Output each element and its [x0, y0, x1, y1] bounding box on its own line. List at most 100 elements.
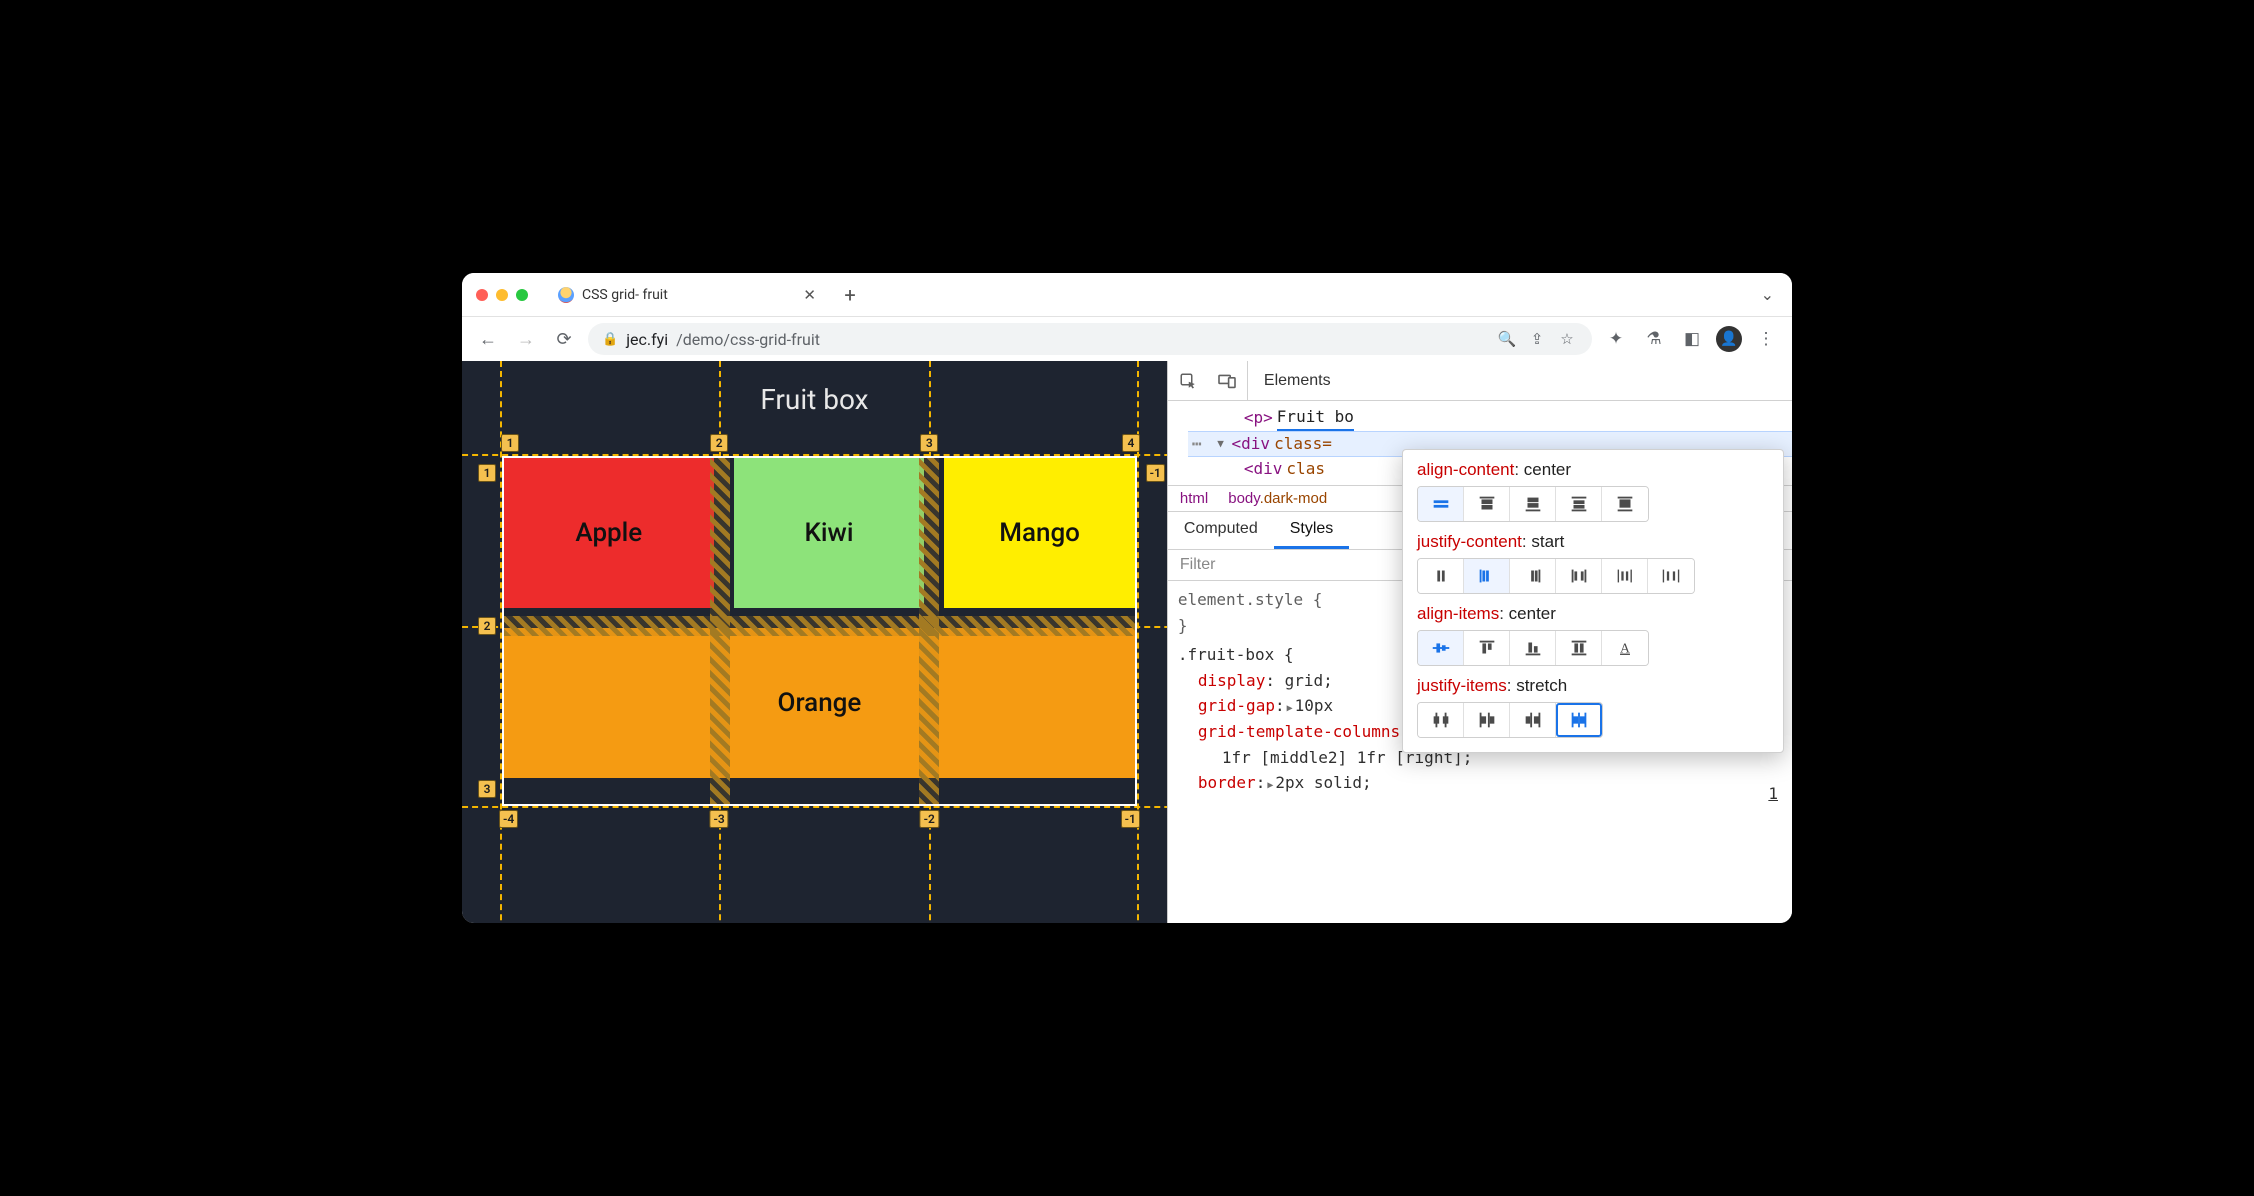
grid-line-badge: 1	[478, 464, 496, 482]
justify-content-space-around-option[interactable]	[1602, 559, 1648, 593]
grid-line-badge: -1	[1146, 464, 1165, 482]
align-content-space-around-option[interactable]	[1556, 487, 1602, 521]
dom-tag: <div	[1244, 457, 1283, 481]
devtools-tab-elements[interactable]: Elements	[1248, 361, 1347, 401]
lock-icon: 🔒	[602, 332, 618, 347]
popover-row-justify-content: justify-content: start	[1417, 532, 1769, 594]
url-path: /demo/css-grid-fruit	[676, 330, 820, 349]
tab-strip: CSS grid- fruit ✕ + ⌄	[462, 273, 1792, 317]
grid-line-badge: -2	[920, 810, 939, 828]
grid-cell-orange: Orange	[504, 628, 1135, 778]
justify-content-start-option[interactable]	[1464, 559, 1510, 593]
option-group	[1417, 486, 1649, 522]
justify-content-end-option[interactable]	[1510, 559, 1556, 593]
justify-items-stretch-option[interactable]	[1556, 703, 1602, 737]
popover-label: align-content: center	[1417, 460, 1769, 480]
grid-line-badge: 2	[478, 617, 496, 635]
close-window-button[interactable]	[476, 289, 488, 301]
close-tab-icon[interactable]: ✕	[803, 286, 816, 304]
align-content-start-option[interactable]	[1464, 487, 1510, 521]
grid-line-row-3	[462, 806, 1167, 808]
justify-items-end-option[interactable]	[1510, 703, 1556, 737]
back-button[interactable]: ←	[474, 325, 502, 353]
extensions-button[interactable]: ✦	[1602, 325, 1630, 353]
grid-cell-apple: Apple	[504, 458, 714, 608]
source-link[interactable]: 1	[1768, 784, 1778, 803]
url-host: jec.fyi	[626, 330, 668, 349]
justify-content-space-between-option[interactable]	[1556, 559, 1602, 593]
browser-window: CSS grid- fruit ✕ + ⌄ ← → ⟳ 🔒 jec.fyi/de…	[462, 273, 1792, 923]
grid-line-badge: 1	[501, 434, 519, 452]
dom-ellipsis-icon[interactable]: ⋯	[1192, 432, 1204, 456]
grid-line-badge: 3	[920, 434, 938, 452]
maximize-window-button[interactable]	[516, 289, 528, 301]
inspect-element-button[interactable]	[1168, 361, 1208, 401]
content-area: Fruit box Apple Kiwi Mango Orange	[462, 361, 1792, 923]
align-items-center-option[interactable]	[1418, 631, 1464, 665]
reload-button[interactable]: ⟳	[550, 325, 578, 353]
align-items-start-option[interactable]	[1464, 631, 1510, 665]
browser-tab[interactable]: CSS grid- fruit ✕	[548, 278, 828, 312]
tabs-menu-button[interactable]: ⌄	[1753, 285, 1782, 304]
align-content-center-option[interactable]	[1418, 487, 1464, 521]
grid-cell-kiwi: Kiwi	[734, 458, 925, 608]
address-bar: ← → ⟳ 🔒 jec.fyi/demo/css-grid-fruit 🔍 ⇪ …	[462, 317, 1792, 361]
new-tab-button[interactable]: +	[836, 281, 864, 309]
dom-tag: <p>	[1244, 406, 1273, 430]
align-items-baseline-option[interactable]: A	[1602, 631, 1648, 665]
window-controls	[476, 289, 528, 301]
popover-row-align-items: align-items: center A	[1417, 604, 1769, 666]
grid-line-badge: 4	[1122, 434, 1140, 452]
grid-line-badge: -4	[499, 810, 518, 828]
grid-line-badge: -3	[709, 810, 728, 828]
sidepanel-button[interactable]: ◧	[1678, 325, 1706, 353]
devtools-panel: Elements <p>Fruit bo ⋯ ▼ <div class= <di…	[1167, 361, 1792, 923]
device-toolbar-button[interactable]	[1208, 361, 1248, 401]
page-viewport: Fruit box Apple Kiwi Mango Orange	[462, 361, 1167, 923]
justify-items-center-option[interactable]	[1418, 703, 1464, 737]
option-group: A	[1417, 630, 1649, 666]
grid-editor-popover: align-content: center justify-content: s…	[1402, 449, 1784, 753]
favicon-icon	[558, 287, 574, 303]
justify-content-space-evenly-option[interactable]	[1648, 559, 1694, 593]
popover-label: justify-items: stretch	[1417, 676, 1769, 696]
minimize-window-button[interactable]	[496, 289, 508, 301]
justify-items-start-option[interactable]	[1464, 703, 1510, 737]
tab-computed[interactable]: Computed	[1168, 512, 1274, 549]
page-heading: Fruit box	[462, 361, 1167, 428]
svg-text:A: A	[1620, 641, 1630, 656]
dom-node[interactable]: <p>Fruit bo	[1188, 405, 1792, 431]
popover-label: justify-content: start	[1417, 532, 1769, 552]
align-items-end-option[interactable]	[1510, 631, 1556, 665]
dom-text: Fruit bo	[1277, 405, 1354, 431]
align-content-end-option[interactable]	[1510, 487, 1556, 521]
forward-button[interactable]: →	[512, 325, 540, 353]
grid-line-badge: -1	[1121, 810, 1140, 828]
option-group	[1417, 558, 1695, 594]
profile-avatar[interactable]: 👤	[1716, 326, 1742, 352]
zoom-icon[interactable]: 🔍	[1496, 330, 1518, 348]
grid-cell-mango: Mango	[944, 458, 1135, 608]
popover-row-justify-items: justify-items: stretch	[1417, 676, 1769, 738]
devtools-toolbar: Elements	[1168, 361, 1792, 401]
menu-button[interactable]: ⋮	[1752, 325, 1780, 353]
labs-button[interactable]: ⚗	[1640, 325, 1668, 353]
fruit-grid: Apple Kiwi Mango Orange	[502, 456, 1137, 806]
grid-overlay-wrap: Apple Kiwi Mango Orange 1 2 3 4 1 2 3	[502, 456, 1137, 806]
omnibox[interactable]: 🔒 jec.fyi/demo/css-grid-fruit 🔍 ⇪ ☆	[588, 323, 1592, 355]
dom-attr: class=	[1274, 432, 1332, 456]
align-items-stretch-option[interactable]	[1556, 631, 1602, 665]
crumb[interactable]: html	[1180, 490, 1208, 507]
popover-label: align-items: center	[1417, 604, 1769, 624]
tab-title: CSS grid- fruit	[582, 287, 795, 303]
share-icon[interactable]: ⇪	[1526, 330, 1548, 348]
bookmark-icon[interactable]: ☆	[1556, 330, 1578, 348]
expand-caret-icon[interactable]: ▼	[1214, 436, 1228, 453]
justify-content-center-option[interactable]	[1418, 559, 1464, 593]
css-property[interactable]: border:▶2px solid;	[1178, 770, 1782, 796]
align-content-stretch-option[interactable]	[1602, 487, 1648, 521]
dom-attr: clas	[1286, 457, 1325, 481]
crumb[interactable]: body.dark-mod	[1228, 490, 1327, 507]
option-group	[1417, 702, 1603, 738]
tab-styles[interactable]: Styles	[1274, 512, 1350, 549]
